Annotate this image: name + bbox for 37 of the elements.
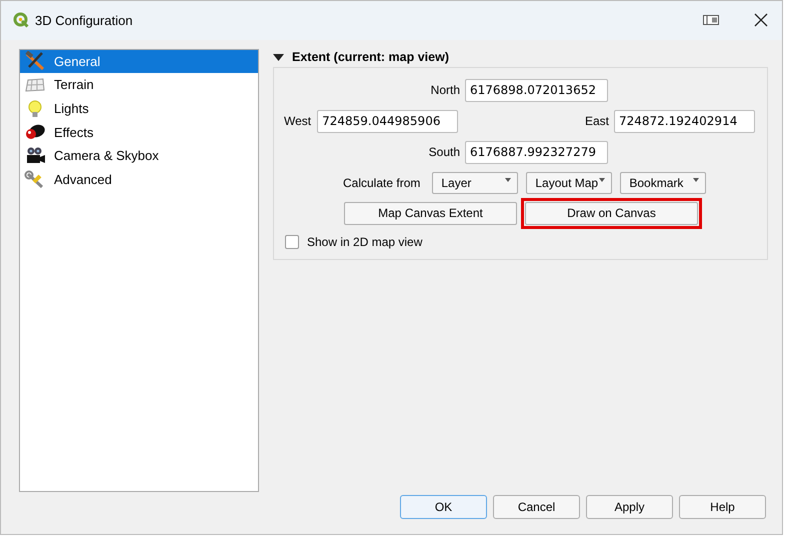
field-label: Calculate from [343, 175, 420, 192]
coordinate-field[interactable]: 724872.192402914 [614, 110, 755, 133]
collapse-toggle-icon[interactable] [273, 52, 284, 62]
coordinate-field[interactable]: 724859.044985906 [317, 110, 458, 133]
close-icon [754, 13, 768, 28]
sidebar-item[interactable]: Advanced [20, 168, 258, 192]
app-logo-icon [13, 12, 29, 28]
wrench-icon [24, 170, 46, 190]
sidebar-item[interactable]: Effects [20, 120, 258, 144]
dock-icon [703, 14, 719, 26]
field-label: North [430, 82, 460, 100]
field-label: South [428, 144, 460, 162]
dropdown-button[interactable]: Bookmark [620, 172, 706, 194]
dialog-button[interactable]: Cancel [493, 494, 580, 519]
dialog-button[interactable]: Help [679, 494, 766, 519]
caret-icon [505, 178, 512, 182]
caret-icon [599, 178, 606, 182]
tools-icon [24, 51, 46, 72]
field-label: West [284, 113, 312, 130]
checkbox[interactable] [285, 235, 299, 250]
field-label: East [584, 113, 609, 130]
sidebar-item[interactable]: Camera & Skybox [20, 144, 258, 168]
dialog-button[interactable]: Apply [586, 494, 673, 519]
sidebar-item[interactable]: Lights [20, 96, 258, 121]
sidebar-item[interactable]: General [20, 50, 258, 74]
dropdown-button[interactable]: Layer [432, 172, 518, 194]
dropdown-button[interactable]: Layout Map [526, 172, 612, 194]
checkbox-label: Show in 2D map view [307, 234, 422, 252]
caret-icon [693, 178, 700, 182]
coordinate-field[interactable]: 6176887.992327279 [465, 140, 608, 164]
group-title: Extent (current: map view) [292, 48, 449, 66]
action-button[interactable]: Draw on Canvas [525, 202, 698, 225]
action-button[interactable]: Map Canvas Extent [344, 202, 517, 225]
sidebar-item[interactable]: Terrain [20, 73, 258, 97]
coordinate-field[interactable]: 6176898.072013652 [465, 78, 608, 102]
window-title: 3D Configuration [35, 12, 133, 30]
dialog-button[interactable]: OK [400, 494, 487, 519]
